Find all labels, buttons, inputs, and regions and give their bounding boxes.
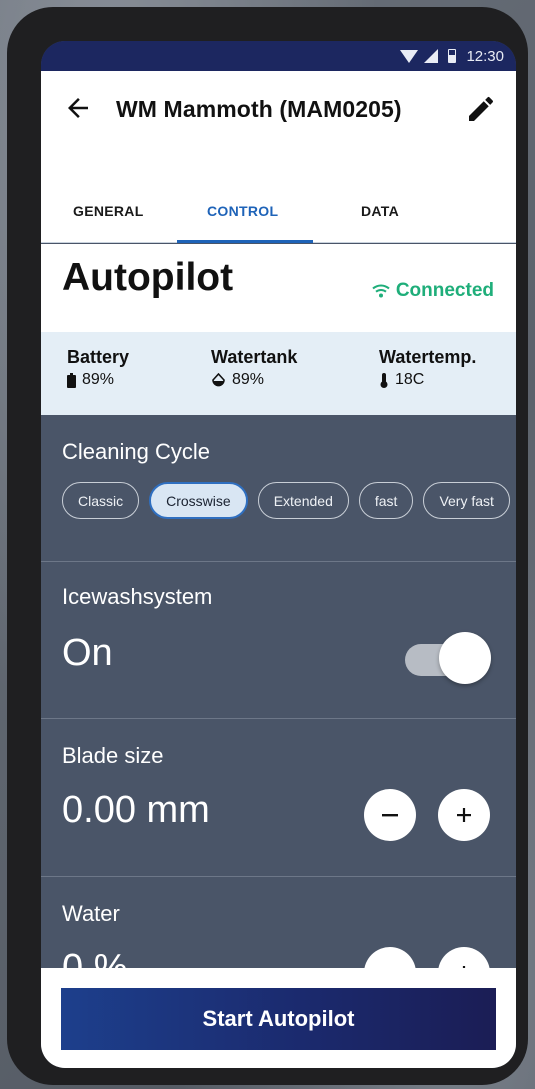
icewash-section: Icewashsystem On — [41, 562, 516, 719]
chip-fast[interactable]: fast — [358, 482, 414, 519]
blade-size-increase-button[interactable] — [438, 789, 490, 841]
chip-extended[interactable]: Extended — [257, 482, 349, 519]
wifi-icon — [400, 49, 419, 63]
stats-bar: Battery 89% Watertank 89% Watertemp. 18C — [41, 332, 516, 415]
battery-icon — [67, 372, 76, 388]
chip-very-fast[interactable]: Very fast — [423, 482, 510, 519]
start-autopilot-button[interactable]: Start Autopilot — [61, 988, 496, 1050]
chip-classic[interactable]: Classic — [62, 482, 140, 519]
thermometer-icon — [380, 372, 388, 388]
stat-watertemp: Watertemp. 18C — [379, 347, 476, 389]
tab-bar: GENERAL CONTROL DATA — [41, 71, 516, 243]
tab-control[interactable]: CONTROL — [207, 203, 278, 219]
stat-value: 89% — [232, 371, 265, 388]
wifi-icon — [372, 284, 390, 298]
water-label: Water — [62, 901, 120, 926]
minus-icon — [382, 814, 398, 817]
tab-data[interactable]: DATA — [361, 203, 399, 219]
stat-watertank: Watertank 89% — [211, 347, 297, 389]
tab-general[interactable]: GENERAL — [73, 203, 144, 219]
icewash-value: On — [62, 632, 113, 674]
blade-size-value: 0.00 mm — [62, 789, 210, 831]
chip-crosswise[interactable]: Crosswise — [149, 482, 248, 519]
cleaning-cycle-chips: Classic Crosswise Extended fast Very fas… — [62, 482, 510, 519]
screen: 12:30 WM Mammoth (MAM0205) GENERAL CONTR… — [41, 41, 516, 1068]
bottom-action-bar: Start Autopilot — [41, 968, 516, 1068]
cellular-icon — [424, 49, 439, 63]
tabs: GENERAL CONTROL DATA — [41, 181, 516, 243]
status-bar: 12:30 — [41, 41, 516, 71]
stat-value: 89% — [82, 371, 115, 388]
cleaning-cycle-section: Cleaning Cycle Classic Crosswise Extende… — [41, 415, 516, 562]
icewash-label: Icewashsystem — [62, 584, 213, 609]
status-time: 12:30 — [466, 47, 504, 65]
stat-label: Watertank — [211, 347, 298, 367]
tab-indicator — [177, 240, 313, 243]
toggle-knob — [439, 632, 491, 684]
cleaning-cycle-label: Cleaning Cycle — [62, 439, 210, 464]
connection-status: Connected — [372, 280, 494, 302]
stat-value: 18C — [395, 371, 425, 388]
phone-frame: 12:30 WM Mammoth (MAM0205) GENERAL CONTR… — [7, 7, 528, 1085]
blade-size-decrease-button[interactable] — [364, 789, 416, 841]
water-drop-icon — [212, 373, 225, 387]
blade-size-label: Blade size — [62, 743, 164, 768]
autopilot-header: Autopilot Connected — [41, 244, 516, 332]
stat-label: Watertemp. — [379, 347, 477, 367]
connection-label: Connected — [395, 280, 494, 301]
blade-size-section: Blade size 0.00 mm — [41, 719, 516, 877]
plus-icon — [457, 808, 471, 822]
stat-battery: Battery 89% — [67, 347, 129, 389]
icewash-toggle[interactable] — [405, 632, 491, 686]
stat-label: Battery — [67, 347, 130, 367]
section-title: Autopilot — [62, 256, 234, 299]
battery-icon — [448, 49, 457, 63]
